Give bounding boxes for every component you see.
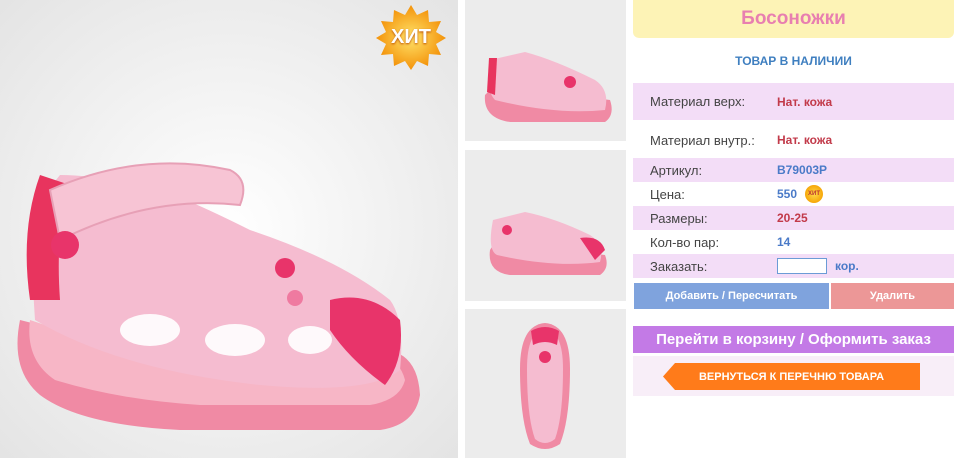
add-recalculate-button[interactable]: Добавить / Пересчитать	[634, 283, 829, 309]
row-value: 550	[777, 187, 798, 201]
row-article: Артикул: B79003P	[633, 158, 954, 182]
row-material-upper: Материал верх: Нат. кожа	[633, 83, 954, 120]
go-to-cart-button[interactable]: Перейти в корзину / Оформить заказ	[633, 326, 954, 353]
hit-badge: ХИТ	[375, 3, 447, 71]
row-value: 14	[777, 235, 791, 249]
product-title: Босоножки	[633, 0, 954, 38]
order-unit: кор.	[835, 259, 859, 273]
row-value: Нат. кожа	[777, 133, 833, 147]
row-value: Нат. кожа	[777, 94, 833, 109]
back-to-list-button[interactable]: ВЕРНУТЬСЯ К ПЕРЕЧНЮ ТОВАРА	[663, 363, 920, 390]
row-material-inner: Материал внутр.: Нат. кожа	[633, 126, 954, 154]
row-label: Материал внутр.:	[650, 132, 755, 148]
row-sizes: Размеры: 20-25	[633, 206, 954, 230]
thumbnail-3[interactable]	[465, 309, 626, 458]
row-label: Цена:	[650, 186, 685, 202]
row-label: Кол-во пар:	[650, 234, 720, 250]
row-value: B79003P	[777, 163, 828, 177]
row-pairs: Кол-во пар: 14	[633, 230, 954, 254]
row-label: Материал верх:	[650, 94, 746, 109]
row-label: Размеры:	[650, 210, 708, 226]
order-quantity-input[interactable]	[777, 258, 827, 274]
thumbnail-sandal-side	[465, 0, 626, 141]
row-value: 20-25	[777, 211, 808, 225]
row-order: Заказать: кор.	[633, 254, 954, 278]
price-hit-icon: ХИТ	[805, 185, 824, 203]
thumbnail-sandal-front	[465, 150, 626, 301]
thumbnail-sandal-top	[465, 309, 626, 458]
row-label: Артикул:	[650, 162, 703, 178]
main-product-image[interactable]: ХИТ	[0, 0, 458, 458]
hit-label: ХИТ	[391, 25, 431, 48]
row-price: Цена: 550 ХИТ	[633, 182, 954, 206]
delete-button[interactable]: Удалить	[831, 283, 954, 309]
thumbnail-1[interactable]	[465, 0, 626, 141]
row-label: Заказать:	[650, 258, 708, 274]
availability-status: ТОВАР В НАЛИЧИИ	[735, 54, 852, 68]
thumbnail-2[interactable]	[465, 150, 626, 301]
